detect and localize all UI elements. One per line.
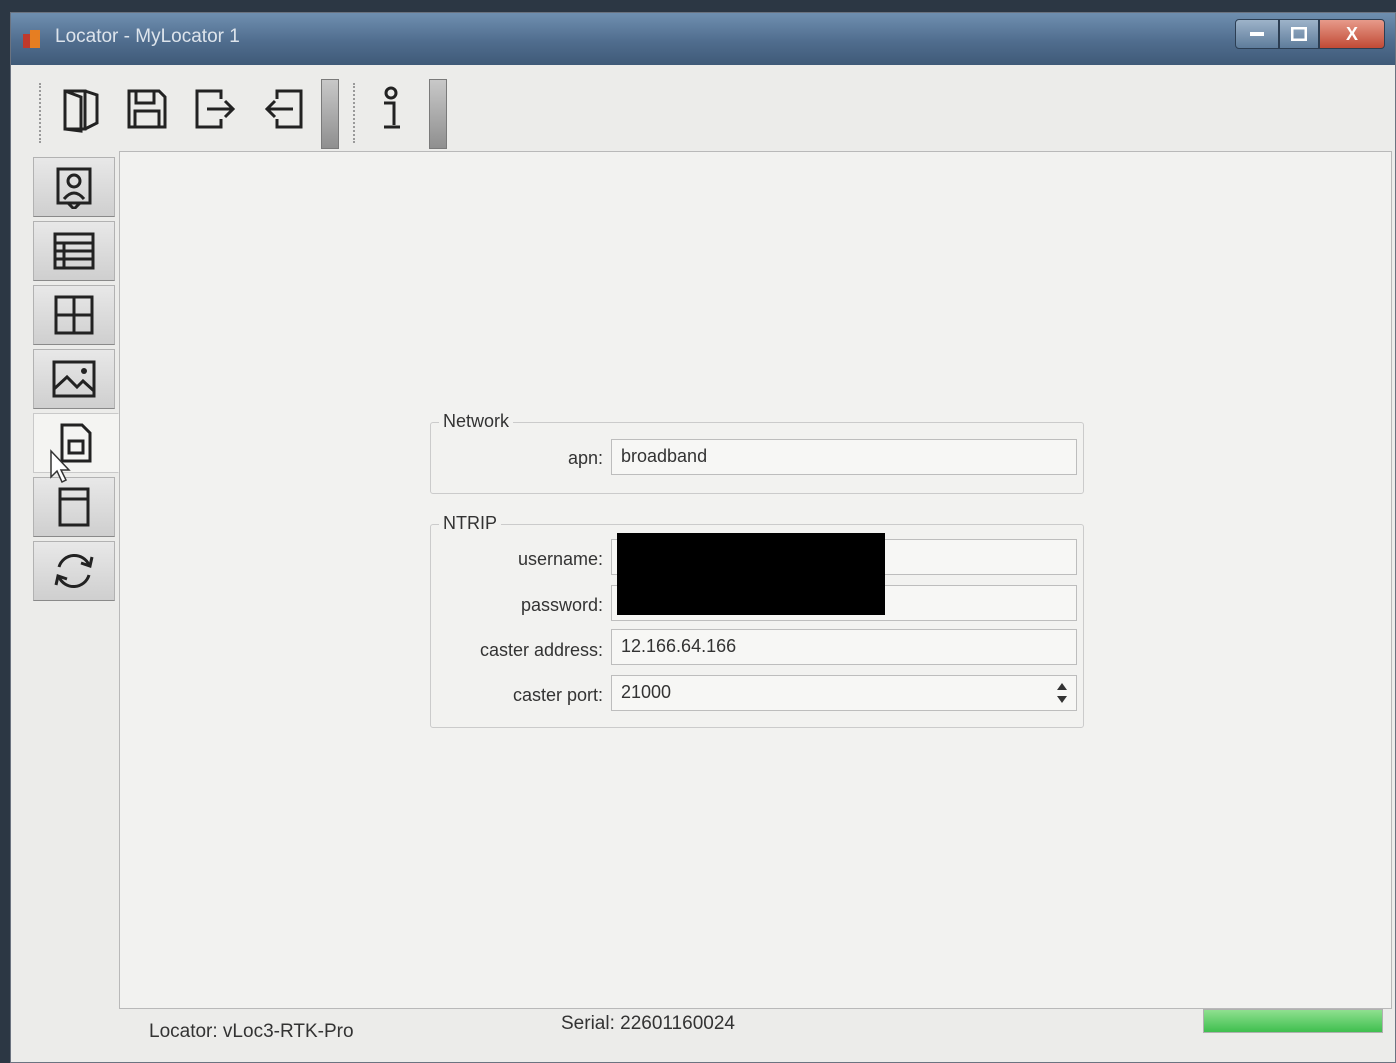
- sidebar-item-sim-card[interactable]: [33, 413, 119, 473]
- locator-window: Locator - MyLocator 1 X Network apn: bro…: [10, 12, 1396, 1063]
- sidebar-item-grid[interactable]: [33, 285, 115, 345]
- mouse-cursor-icon: [50, 449, 71, 484]
- caster-port-label: caster port:: [512, 685, 603, 705]
- serial-status: Serial: 22601160024: [561, 1013, 735, 1034]
- grid-icon: [54, 295, 94, 335]
- network-group-title: Network: [439, 411, 514, 432]
- sidebar: [33, 157, 119, 605]
- maximize-icon: [1291, 27, 1307, 41]
- apn-label: apn:: [567, 448, 603, 468]
- list-icon: [53, 232, 95, 270]
- toolbar-grip[interactable]: [39, 83, 45, 143]
- progress-bar: [1203, 1009, 1383, 1033]
- toolbar: [11, 65, 1395, 151]
- import-button[interactable]: [257, 83, 309, 135]
- progress-fill: [1204, 1010, 1382, 1032]
- sidebar-item-image[interactable]: [33, 349, 115, 409]
- sidebar-item-profile[interactable]: [33, 157, 115, 217]
- info-button[interactable]: [365, 83, 417, 135]
- open-button[interactable]: [55, 83, 107, 135]
- sidebar-item-sync[interactable]: [33, 541, 115, 601]
- username-label: username:: [517, 549, 603, 569]
- info-icon: [384, 86, 400, 129]
- close-button[interactable]: X: [1319, 19, 1385, 49]
- apn-input[interactable]: broadband: [611, 439, 1077, 475]
- toolbar-handle[interactable]: [321, 79, 339, 149]
- sync-icon: [54, 554, 94, 588]
- caster-address-label: caster address:: [479, 640, 603, 660]
- ntrip-group: NTRIP username: password: caster address…: [430, 513, 1084, 728]
- window-title: Locator - MyLocator 1: [55, 26, 240, 47]
- sidebar-item-memory-card[interactable]: [33, 477, 115, 537]
- app-icon: [23, 30, 40, 48]
- caster-address-input[interactable]: 12.166.64.166: [611, 629, 1077, 665]
- minimize-button[interactable]: [1235, 19, 1279, 49]
- open-icon: [63, 89, 99, 133]
- memory-card-icon: [58, 487, 90, 527]
- user-profile-icon: [56, 167, 92, 209]
- save-icon: [127, 89, 167, 129]
- caster-port-spinbox[interactable]: 21000: [611, 675, 1077, 711]
- title-bar[interactable]: Locator - MyLocator 1 X: [11, 13, 1395, 65]
- export-icon: [195, 89, 236, 129]
- redaction-box: [617, 533, 885, 615]
- toolbar-handle[interactable]: [429, 79, 447, 149]
- spin-arrows-icon[interactable]: [1056, 680, 1068, 706]
- network-group: Network apn: broadband: [430, 411, 1084, 494]
- save-button[interactable]: [121, 83, 173, 135]
- close-icon: X: [1345, 23, 1358, 44]
- settings-panel: Network apn: broadband NTRIP username: p…: [119, 151, 1392, 1009]
- ntrip-group-title: NTRIP: [439, 513, 501, 534]
- image-icon: [52, 360, 96, 398]
- import-icon: [264, 89, 303, 129]
- locator-status: Locator: vLoc3-RTK-Pro: [149, 1021, 354, 1042]
- sidebar-item-list[interactable]: [33, 221, 115, 281]
- password-label: password:: [520, 595, 603, 615]
- maximize-button[interactable]: [1279, 19, 1319, 49]
- minimize-icon: [1250, 32, 1264, 36]
- export-button[interactable]: [189, 83, 241, 135]
- caster-port-value: 21000: [621, 682, 672, 702]
- toolbar-grip[interactable]: [353, 83, 359, 143]
- status-bar: Locator: vLoc3-RTK-Pro Serial: 226011600…: [11, 1009, 1395, 1061]
